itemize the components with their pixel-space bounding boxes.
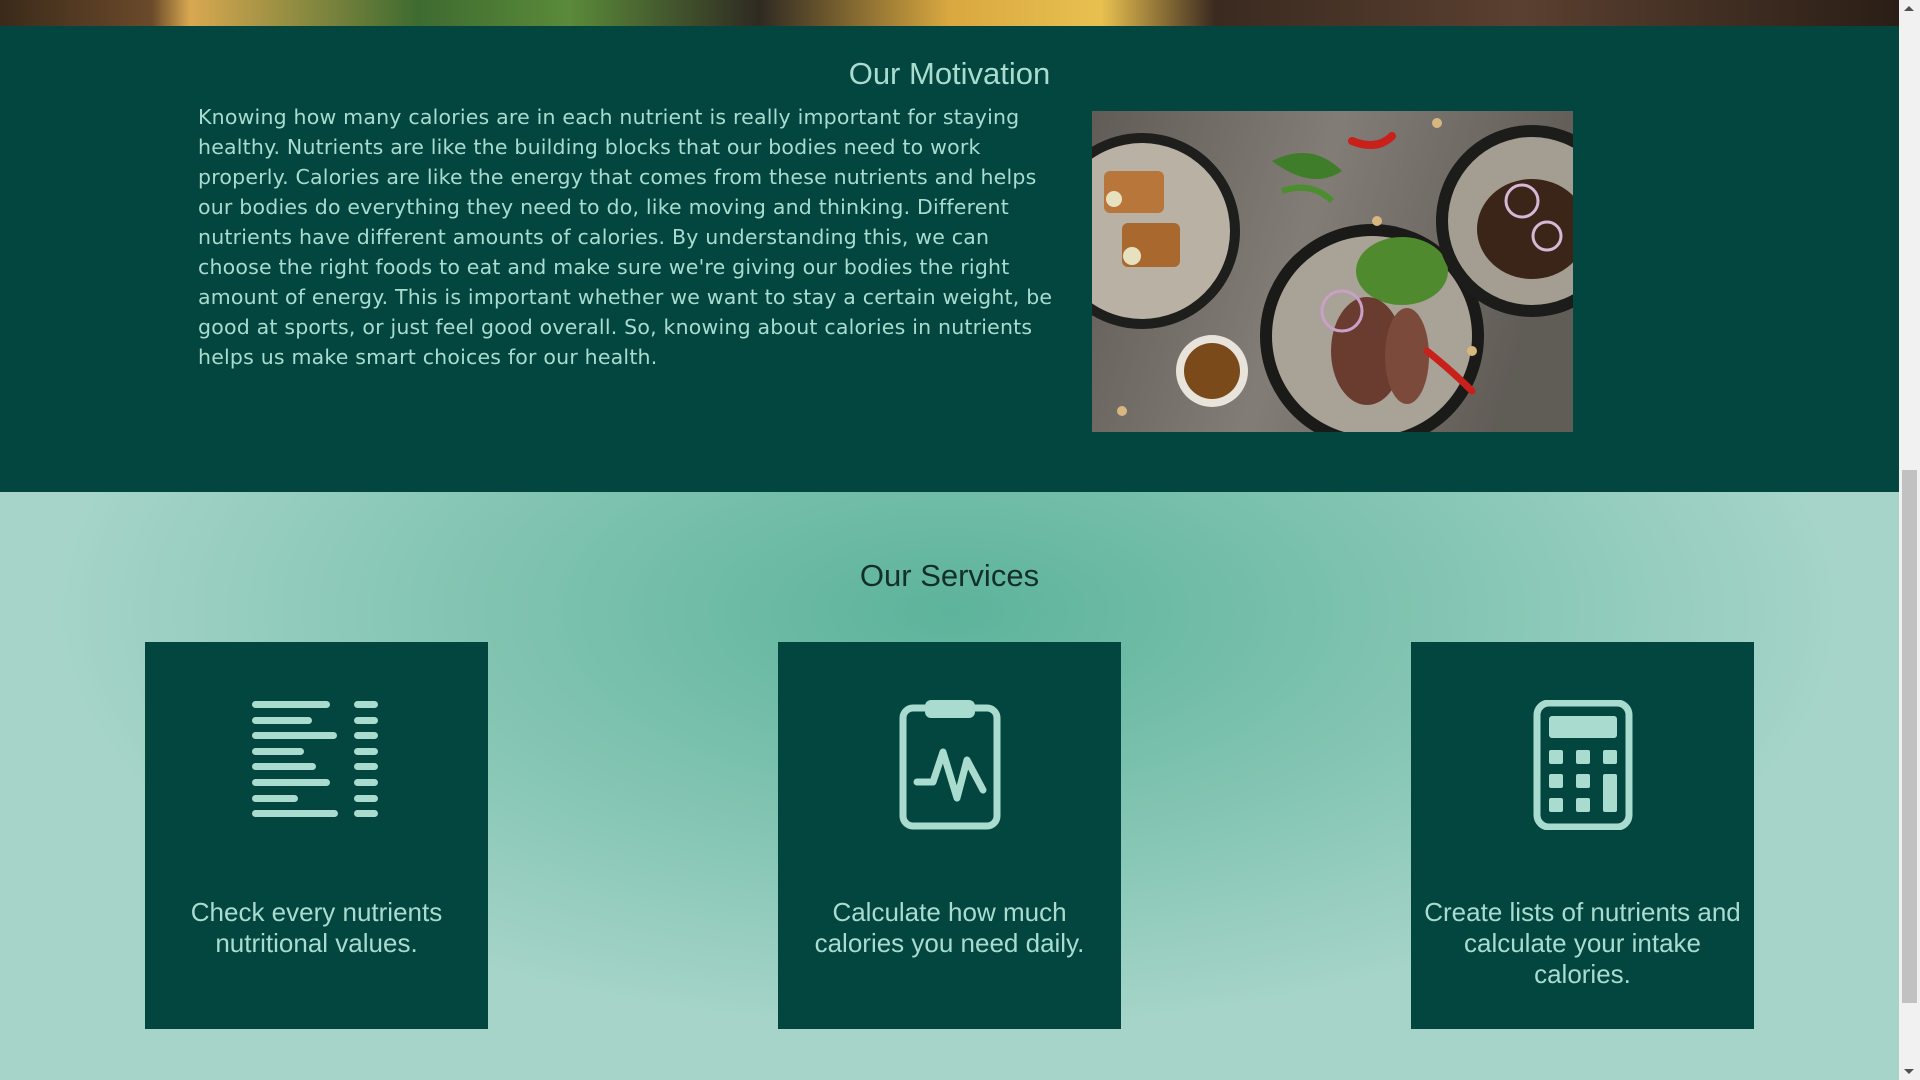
hero-image-strip [0,0,1899,26]
service-card-text: Calculate how much calories you need dai… [814,897,1085,958]
scroll-down-arrow-icon[interactable] [1904,1069,1914,1074]
nutrition-list-icon [251,701,378,817]
motivation-paragraph: Knowing how many calories are in each nu… [198,105,1053,369]
scrollbar-thumb[interactable] [1902,470,1917,1003]
calculator-icon [1533,700,1632,830]
service-card-text: Check every nutrients nutritional values… [190,897,443,958]
clipboard-pulse-icon [899,700,1000,830]
services-title: Our Services [859,558,1040,593]
food-dishes-image [1092,111,1573,432]
service-card-nutrients[interactable]: Check every nutrients nutritional values… [145,642,488,1029]
scroll-up-arrow-icon[interactable] [1904,6,1914,11]
service-card-intake-lists[interactable]: Create lists of nutrients and calculate … [1411,642,1754,1029]
service-card-daily-calories[interactable]: Calculate how much calories you need dai… [778,642,1121,1029]
service-card-text: Create lists of nutrients and calculate … [1424,897,1741,989]
vertical-scrollbar[interactable] [1899,0,1920,1080]
services-section: Our Services Check every nutrients nutri… [0,492,1899,1080]
motivation-section: Our Motivation Knowing how many calories… [0,26,1899,492]
motivation-title: Our Motivation [848,56,1051,91]
